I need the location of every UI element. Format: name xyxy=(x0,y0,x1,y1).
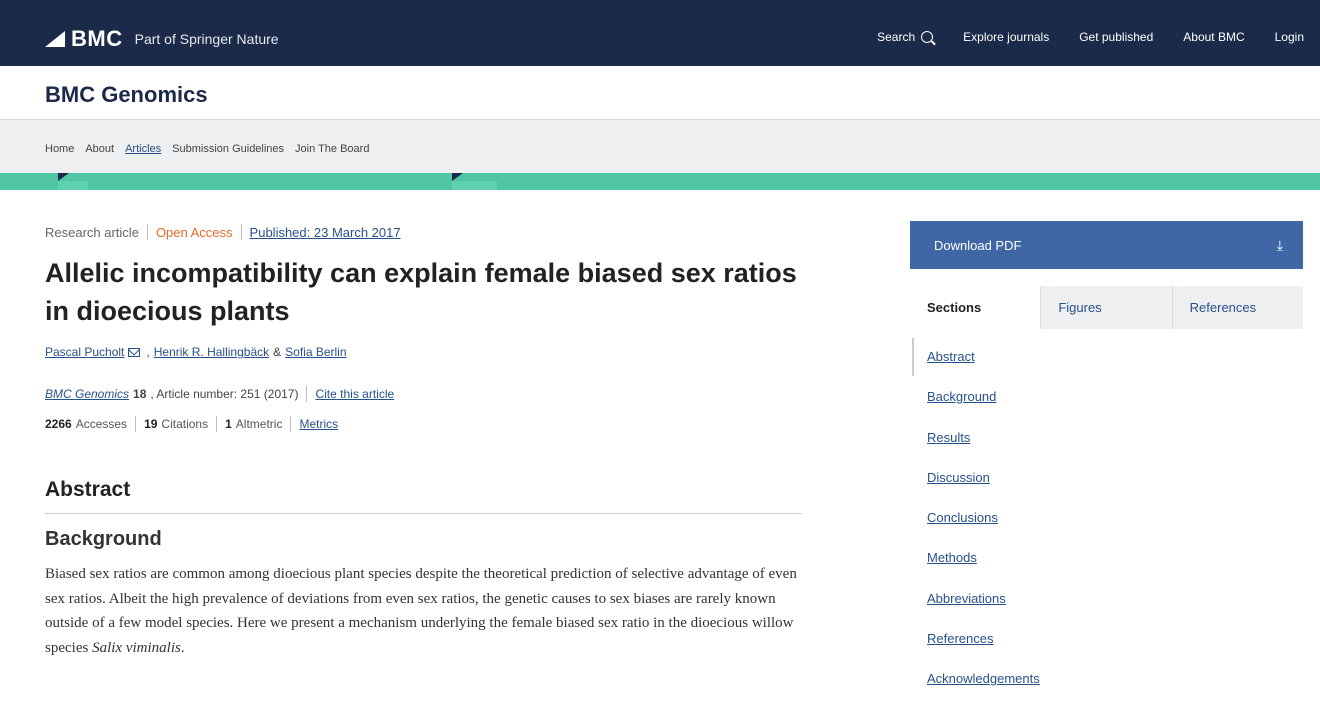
active-section-indicator xyxy=(912,338,914,376)
article-meta: Research article Open Access Published: … xyxy=(45,224,401,240)
abstract-heading: Abstract xyxy=(45,478,131,501)
author-separator: , xyxy=(146,345,150,359)
divider xyxy=(290,416,292,432)
search-label: Search xyxy=(877,30,916,44)
divider xyxy=(146,224,148,240)
site-header: BMC Part of Springer Nature Search Explo… xyxy=(0,0,1320,66)
accent-notch xyxy=(58,173,69,181)
nav-get-published[interactable]: Get published xyxy=(1079,30,1153,44)
section-link-acknowledgements[interactable]: Acknowledgements xyxy=(912,660,1292,700)
divider xyxy=(135,416,137,432)
abstract-text: Biased sex ratios are common among dioec… xyxy=(45,562,815,660)
download-pdf-label: Download PDF xyxy=(934,237,1022,253)
accesses-label: Accesses xyxy=(75,417,128,431)
logo-subtitle: Part of Springer Nature xyxy=(134,31,279,47)
tab-figures[interactable]: Figures xyxy=(1040,286,1172,329)
open-access-badge: Open Access xyxy=(155,224,233,240)
divider xyxy=(240,224,242,240)
published-date-link[interactable]: Published: 23 March 2017 xyxy=(250,225,401,240)
citation-line: BMC Genomics 18 , Article number: 251 (2… xyxy=(45,386,394,402)
accent-step xyxy=(58,181,88,190)
author-link[interactable]: Pascal Pucholt xyxy=(45,345,124,359)
altmetric-count: 1 xyxy=(225,417,232,431)
subnav-home[interactable]: Home xyxy=(45,143,74,155)
altmetric-label: Altmetric xyxy=(235,417,283,431)
divider xyxy=(306,386,308,402)
species-name: Salix viminalis xyxy=(92,639,181,656)
tab-sections[interactable]: Sections xyxy=(910,286,1041,329)
download-pdf-button[interactable]: Download PDF ⤓ xyxy=(910,221,1303,269)
metrics-link[interactable]: Metrics xyxy=(299,417,338,431)
nav-explore-journals[interactable]: Explore journals xyxy=(963,30,1049,44)
subnav-submission-guidelines[interactable]: Submission Guidelines xyxy=(172,143,284,155)
section-divider xyxy=(45,513,802,514)
search-button[interactable]: Search xyxy=(877,30,934,44)
author-list: Pascal Pucholt , Henrik R. Hallingbäck &… xyxy=(45,345,347,359)
accent-notch xyxy=(452,173,463,181)
author-link[interactable]: Henrik R. Hallingbäck xyxy=(154,345,269,359)
author-link[interactable]: Sofia Berlin xyxy=(285,345,346,359)
journal-subnav-items: Home About Articles Submission Guideline… xyxy=(45,143,369,155)
cite-this-article-link[interactable]: Cite this article xyxy=(315,387,394,401)
section-link-references[interactable]: References xyxy=(912,620,1292,660)
article-type: Research article xyxy=(45,224,139,240)
journal-title[interactable]: BMC Genomics xyxy=(45,82,208,108)
citations-count: 19 xyxy=(144,417,158,431)
download-icon: ⤓ xyxy=(1276,236,1283,253)
bmc-logo-icon xyxy=(45,31,65,47)
section-list: Abstract Background Results Discussion C… xyxy=(912,338,1292,701)
citations-label: Citations xyxy=(161,417,209,431)
volume-number: 18 xyxy=(133,387,147,401)
subnav-articles[interactable]: Articles xyxy=(125,143,161,155)
nav-login[interactable]: Login xyxy=(1275,30,1304,44)
tab-references[interactable]: References xyxy=(1171,286,1303,329)
divider xyxy=(216,416,218,432)
author-separator: & xyxy=(273,345,282,359)
section-link-methods[interactable]: Methods xyxy=(912,539,1292,579)
article-title: Allelic incompatibility can explain fema… xyxy=(45,258,797,326)
top-nav: Search Explore journals Get published Ab… xyxy=(877,30,1304,44)
article-number: , Article number: 251 (2017) xyxy=(150,387,299,401)
section-link-conclusions[interactable]: Conclusions xyxy=(912,499,1292,539)
subnav-about[interactable]: About xyxy=(85,143,114,155)
nav-about-bmc[interactable]: About BMC xyxy=(1183,30,1244,44)
subnav-join-the-board[interactable]: Join The Board xyxy=(295,143,369,155)
section-link-discussion[interactable]: Discussion xyxy=(912,459,1292,499)
journal-link[interactable]: BMC Genomics xyxy=(45,387,129,401)
section-link-background[interactable]: Background xyxy=(912,378,1292,418)
article-metrics: 2266 Accesses 19 Citations 1 Altmetric M… xyxy=(45,416,338,432)
abstract-period: . xyxy=(180,639,185,656)
background-heading: Background xyxy=(45,528,162,550)
search-icon xyxy=(921,31,934,43)
bmc-logo[interactable]: BMC Part of Springer Nature xyxy=(45,26,279,52)
section-link-abstract[interactable]: Abstract xyxy=(912,338,1292,378)
logo-text: BMC xyxy=(71,26,123,51)
accesses-count: 2266 xyxy=(45,417,72,431)
section-link-abbreviations[interactable]: Abbreviations xyxy=(912,580,1292,620)
email-icon[interactable] xyxy=(128,347,141,357)
section-link-results[interactable]: Results xyxy=(912,419,1292,459)
accent-step xyxy=(452,181,497,190)
sidebar-tabs: Sections Figures References xyxy=(910,286,1303,329)
accent-bar xyxy=(0,173,1320,190)
